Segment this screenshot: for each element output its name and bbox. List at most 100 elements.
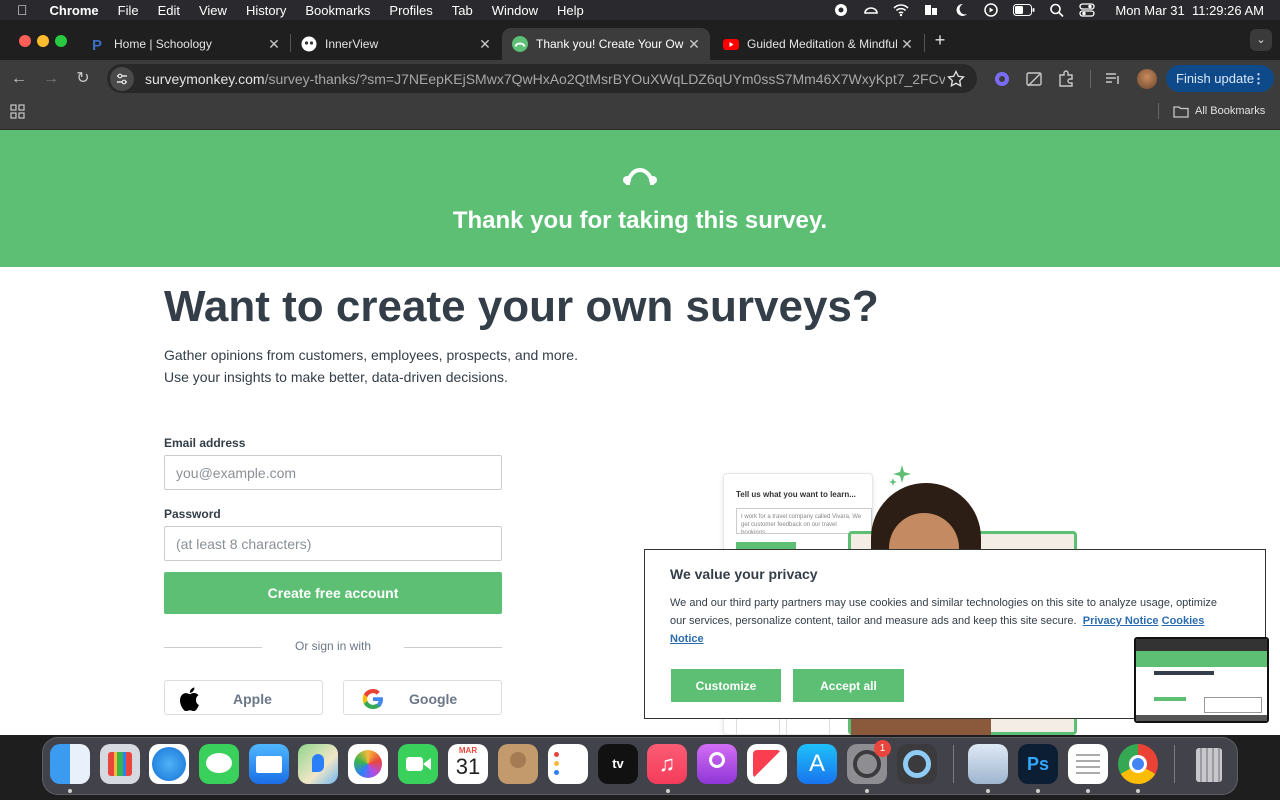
appstore-icon[interactable]: A bbox=[797, 744, 837, 784]
menu-profiles[interactable]: Profiles bbox=[389, 3, 432, 18]
wifi-icon[interactable] bbox=[893, 3, 909, 17]
email-field[interactable] bbox=[164, 455, 502, 490]
illustration-prompt: Tell us what you want to learn... bbox=[736, 490, 856, 499]
copilot-icon[interactable] bbox=[833, 3, 849, 17]
create-free-account-button[interactable]: Create free account bbox=[164, 572, 502, 614]
tab-youtube[interactable]: Guided Meditation & Mindfulness ✕ bbox=[713, 28, 923, 60]
news-icon[interactable] bbox=[747, 744, 787, 784]
menu-file[interactable]: File bbox=[118, 3, 139, 18]
apple-sign-in-button[interactable]: Apple bbox=[164, 680, 323, 715]
privacy-notice-link[interactable]: Privacy Notice bbox=[1083, 615, 1159, 627]
apple-button-label: Apple bbox=[233, 691, 272, 707]
finish-update-button[interactable]: Finish update ⋮ bbox=[1166, 65, 1274, 92]
menu-tab[interactable]: Tab bbox=[452, 3, 473, 18]
apps-grid-icon[interactable] bbox=[10, 104, 25, 119]
subtitle-line-2: Use your insights to make better, data-d… bbox=[164, 369, 508, 385]
focus-moon-icon[interactable] bbox=[953, 3, 969, 17]
tab-close-icon[interactable]: ✕ bbox=[264, 36, 284, 53]
chrome-icon[interactable] bbox=[1118, 744, 1158, 784]
privacy-heading: We value your privacy bbox=[670, 566, 818, 582]
messages-icon[interactable] bbox=[199, 744, 239, 784]
music-icon[interactable]: ♫ bbox=[647, 744, 687, 784]
tab-close-icon[interactable]: ✕ bbox=[475, 36, 495, 53]
customize-button[interactable]: Customize bbox=[671, 669, 781, 702]
dock-running-indicator bbox=[1036, 789, 1040, 793]
all-bookmarks-button[interactable]: All Bookmarks bbox=[1173, 103, 1265, 119]
menu-help[interactable]: Help bbox=[557, 3, 584, 18]
tab-surveymonkey[interactable]: Thank you! Create Your Own Online Survey… bbox=[502, 28, 710, 60]
apple-logo-icon bbox=[180, 687, 199, 711]
extension-image-off-icon[interactable] bbox=[1025, 70, 1043, 88]
password-label: Password bbox=[164, 507, 221, 521]
back-arrow-icon[interactable]: ← bbox=[9, 69, 29, 89]
innerview-icon bbox=[301, 36, 317, 52]
menu-edit[interactable]: Edit bbox=[158, 3, 180, 18]
menu-window[interactable]: Window bbox=[492, 3, 538, 18]
tab-close-icon[interactable]: ✕ bbox=[684, 36, 704, 53]
trash-icon[interactable] bbox=[1189, 744, 1229, 784]
reminders-icon[interactable] bbox=[548, 744, 588, 784]
new-tab-button[interactable]: + bbox=[930, 30, 950, 50]
podcasts-icon[interactable] bbox=[697, 744, 737, 784]
finder-icon[interactable] bbox=[50, 744, 90, 784]
settings-icon[interactable]: 1 bbox=[847, 740, 891, 784]
menubar-clock[interactable]: Mon Mar 31 11:29:26 AM bbox=[1115, 3, 1264, 18]
screenshot-thumbnail[interactable] bbox=[1134, 637, 1269, 723]
safari-icon[interactable] bbox=[149, 744, 189, 784]
window-close-button[interactable] bbox=[19, 35, 31, 47]
bookmark-star-icon[interactable] bbox=[947, 69, 965, 88]
menu-bookmarks[interactable]: Bookmarks bbox=[305, 3, 370, 18]
spotlight-search-icon[interactable] bbox=[1049, 3, 1065, 17]
url-text[interactable]: surveymonkey.com/survey-thanks/?sm=J7NEe… bbox=[145, 71, 945, 87]
maps-icon[interactable] bbox=[298, 744, 338, 784]
password-field[interactable] bbox=[164, 526, 502, 561]
creative-cloud-icon[interactable] bbox=[863, 3, 879, 17]
dock-divider bbox=[953, 745, 954, 783]
illustration-chip-1 bbox=[736, 718, 780, 735]
profile-avatar[interactable] bbox=[1137, 69, 1157, 89]
tab-close-icon[interactable]: ✕ bbox=[897, 36, 917, 53]
window-minimize-button[interactable] bbox=[37, 35, 49, 47]
or-sign-in-text: Or sign in with bbox=[294, 639, 372, 653]
extensions-puzzle-icon[interactable] bbox=[1057, 70, 1075, 88]
menu-history[interactable]: History bbox=[246, 3, 286, 18]
menu-app-name[interactable]: Chrome bbox=[50, 3, 99, 18]
calendar-icon[interactable]: MAR 31 bbox=[448, 744, 488, 784]
preview-icon[interactable] bbox=[968, 744, 1008, 784]
reading-list-icon[interactable] bbox=[1104, 70, 1122, 88]
reload-icon[interactable]: ↻ bbox=[73, 69, 93, 89]
forward-arrow-icon[interactable]: → bbox=[41, 69, 61, 89]
tab-divider bbox=[924, 34, 925, 52]
finish-update-label: Finish update bbox=[1176, 71, 1255, 86]
apple-menu-icon[interactable]:  bbox=[17, 2, 28, 18]
tv-icon[interactable]: tv bbox=[598, 744, 638, 784]
divider-left bbox=[164, 647, 262, 648]
battery-icon[interactable] bbox=[1013, 4, 1035, 16]
tab-schoology[interactable]: P Home | Schoology ✕ bbox=[80, 28, 290, 60]
accept-all-button[interactable]: Accept all bbox=[793, 669, 904, 702]
dock-running-indicator bbox=[986, 789, 990, 793]
quicktime-icon[interactable] bbox=[897, 744, 937, 784]
contacts-icon[interactable] bbox=[498, 744, 538, 784]
stage-manager-icon[interactable] bbox=[923, 3, 939, 17]
google-sign-in-button[interactable]: Google bbox=[343, 680, 502, 715]
dock-running-indicator bbox=[1086, 789, 1090, 793]
tab-innerview[interactable]: InnerView ✕ bbox=[291, 28, 501, 60]
tab-title: Guided Meditation & Mindfulness bbox=[747, 37, 897, 51]
mail-icon[interactable] bbox=[249, 744, 289, 784]
google-button-label: Google bbox=[409, 691, 458, 707]
extension-gear-icon[interactable] bbox=[993, 70, 1011, 88]
screen-record-icon[interactable] bbox=[983, 3, 999, 17]
tab-search-button[interactable]: ⌄ bbox=[1250, 29, 1272, 51]
photoshop-icon[interactable]: Ps bbox=[1018, 744, 1058, 784]
menu-view[interactable]: View bbox=[199, 3, 227, 18]
launchpad-icon[interactable] bbox=[100, 744, 140, 784]
control-center-icon[interactable] bbox=[1079, 3, 1096, 17]
folder-icon bbox=[1173, 105, 1189, 118]
textedit-icon[interactable] bbox=[1068, 744, 1108, 784]
photos-icon[interactable] bbox=[348, 744, 388, 784]
facetime-icon[interactable] bbox=[398, 744, 438, 784]
address-bar[interactable]: surveymonkey.com/survey-thanks/?sm=J7NEe… bbox=[107, 64, 977, 93]
window-zoom-button[interactable] bbox=[55, 35, 67, 47]
site-settings-icon[interactable] bbox=[109, 66, 135, 92]
